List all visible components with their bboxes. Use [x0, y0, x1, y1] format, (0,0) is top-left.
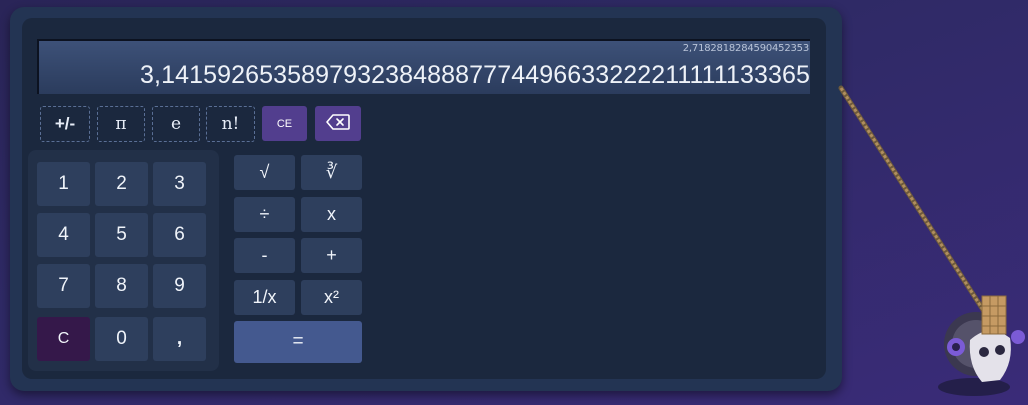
equals-button[interactable]: =: [234, 321, 362, 363]
multiply-button[interactable]: x: [301, 197, 362, 232]
comma-key[interactable]: ,: [153, 317, 206, 361]
reciprocal-button[interactable]: 1/x: [234, 280, 295, 315]
clear-button[interactable]: C: [37, 317, 90, 361]
square-root-button[interactable]: √: [234, 155, 295, 190]
sign-toggle-button[interactable]: +/-: [40, 106, 90, 142]
digit-4-key[interactable]: 4: [37, 213, 90, 257]
digit-7-key[interactable]: 7: [37, 264, 90, 308]
skull-weight-icon: [938, 295, 1025, 396]
digit-6-key[interactable]: 6: [153, 213, 206, 257]
digit-5-key[interactable]: 5: [95, 213, 148, 257]
display-value: 3,14159265358979323848887774496633222211…: [140, 61, 810, 89]
digit-8-key[interactable]: 8: [95, 264, 148, 308]
factorial-button[interactable]: n!: [206, 106, 255, 142]
memory-readout: 2,7182818284590452353: [682, 43, 809, 54]
clear-entry-button[interactable]: CE: [262, 106, 307, 141]
digit-1-key[interactable]: 1: [37, 162, 90, 206]
digit-3-key[interactable]: 3: [153, 162, 206, 206]
cube-root-button[interactable]: ∛: [301, 155, 362, 190]
backspace-icon: [326, 114, 350, 133]
divide-button[interactable]: ÷: [234, 197, 295, 232]
e-constant-button[interactable]: e: [152, 106, 200, 142]
minus-button[interactable]: -: [234, 238, 295, 273]
pi-button[interactable]: π: [97, 106, 145, 142]
backspace-button[interactable]: [315, 106, 361, 141]
digit-0-key[interactable]: 0: [95, 317, 148, 361]
plus-button[interactable]: +: [301, 238, 362, 273]
square-button[interactable]: x²: [301, 280, 362, 315]
calculator-display: 2,7182818284590452353 3,1415926535897932…: [37, 39, 810, 94]
digit-9-key[interactable]: 9: [153, 264, 206, 308]
digit-2-key[interactable]: 2: [95, 162, 148, 206]
